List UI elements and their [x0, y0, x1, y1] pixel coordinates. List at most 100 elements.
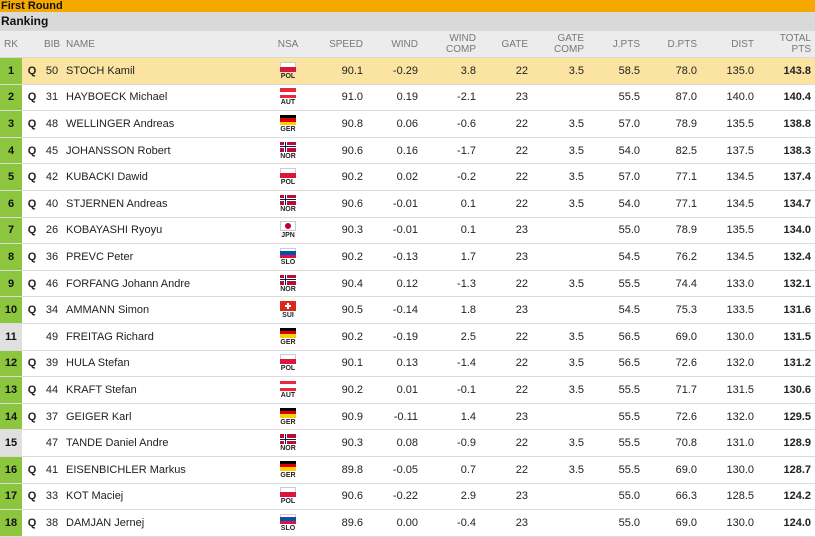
qualified-mark: Q — [22, 509, 42, 537]
wind-comp-cell: -0.4 — [422, 509, 480, 537]
athlete-name[interactable]: TANDE Daniel Andre — [62, 429, 267, 457]
pol-flag-icon — [280, 61, 296, 72]
nsa-code: NOR — [280, 285, 296, 293]
qualified-mark: Q — [22, 296, 42, 324]
col-jpts[interactable]: J.PTS — [588, 31, 644, 58]
table-row[interactable]: 13 Q 44 KRAFT Stefan AUT 90.2 0.01 -0.1 22 3.5 55.… — [0, 376, 815, 404]
total-cell: 131.5 — [758, 323, 815, 351]
gate-comp-cell: 3.5 — [532, 270, 588, 298]
athlete-name[interactable]: WELLINGER Andreas — [62, 110, 267, 138]
gate-cell: 22 — [480, 163, 532, 191]
nsa-cell: NOR — [267, 137, 309, 165]
dpts-cell: 76.2 — [644, 243, 701, 271]
gate-comp-cell: 3.5 — [532, 110, 588, 138]
qualified-mark: Q — [22, 190, 42, 218]
total-cell: 137.4 — [758, 163, 815, 191]
bib-cell: 50 — [42, 57, 62, 85]
qualified-mark: Q — [22, 483, 42, 511]
qualified-mark: Q — [22, 163, 42, 191]
table-row[interactable]: 14 Q 37 GEIGER Karl GER 90.9 -0.11 1.4 23 55.5 72.… — [0, 403, 815, 431]
table-body: 1 Q 50 STOCH Kamil POL 90.1 -0.29 3.8 22 3.5 58.5 7… — [0, 57, 815, 537]
athlete-name[interactable]: EISENBICHLER Markus — [62, 456, 267, 484]
table-row[interactable]: 7 Q 26 KOBAYASHI Ryoyu JPN 90.3 -0.01 0.1 23 55.0… — [0, 217, 815, 245]
table-row[interactable]: 17 Q 33 KOT Maciej POL 90.6 -0.22 2.9 23 55.0 66.3… — [0, 483, 815, 511]
speed-cell: 90.2 — [309, 376, 367, 404]
table-row[interactable]: 8 Q 36 PREVC Peter SLO 90.2 -0.13 1.7 23 54.5 76.2… — [0, 243, 815, 271]
ger-flag-icon — [280, 460, 296, 471]
gate-comp-cell: 3.5 — [532, 163, 588, 191]
col-nsa[interactable]: NSA — [267, 31, 309, 58]
col-wind[interactable]: WIND — [367, 31, 422, 58]
col-name[interactable]: NAME — [62, 31, 267, 58]
table-row[interactable]: 9 Q 46 FORFANG Johann Andre NOR 90.4 0.12 -1.3 2… — [0, 270, 815, 298]
wind-cell: 0.12 — [367, 270, 422, 298]
col-dpts[interactable]: D.PTS — [644, 31, 701, 58]
athlete-name[interactable]: KOBAYASHI Ryoyu — [62, 217, 267, 245]
athlete-name[interactable]: JOHANSSON Robert — [62, 137, 267, 165]
total-cell: 138.8 — [758, 110, 815, 138]
col-rk[interactable]: RK — [0, 31, 22, 58]
col-bib[interactable]: BIB — [42, 31, 62, 58]
nsa-code: SLO — [280, 524, 296, 532]
col-total[interactable]: TOTAL PTS — [758, 31, 815, 58]
nsa-cell: NOR — [267, 270, 309, 298]
qualified-mark: Q — [22, 243, 42, 271]
athlete-name[interactable]: DAMJAN Jernej — [62, 509, 267, 537]
table-row[interactable]: 5 Q 42 KUBACKI Dawid POL 90.2 0.02 -0.2 22 3.5 57.… — [0, 163, 815, 191]
col-gate[interactable]: GATE — [480, 31, 532, 58]
table-row[interactable]: 6 Q 40 STJERNEN Andreas NOR 90.6 -0.01 0.1 22 3.5… — [0, 190, 815, 218]
wind-cell: -0.01 — [367, 190, 422, 218]
wind-comp-cell: 2.5 — [422, 323, 480, 351]
col-speed[interactable]: SPEED — [309, 31, 367, 58]
table-row[interactable]: 10 Q 34 AMMANN Simon SUI 90.5 -0.14 1.8 23 54.5 75… — [0, 296, 815, 324]
gate-comp-cell: 3.5 — [532, 376, 588, 404]
table-row[interactable]: 18 Q 38 DAMJAN Jernej SLO 89.6 0.00 -0.4 23 55.0 6… — [0, 509, 815, 537]
athlete-name[interactable]: PREVC Peter — [62, 243, 267, 271]
table-row[interactable]: 2 Q 31 HAYBOECK Michael AUT 91.0 0.19 -2.1 23 55.… — [0, 84, 815, 112]
wind-comp-cell: 2.9 — [422, 483, 480, 511]
nsa-code: POL — [280, 72, 296, 80]
dist-cell: 140.0 — [701, 84, 758, 112]
speed-cell: 90.2 — [309, 163, 367, 191]
dpts-cell: 75.3 — [644, 296, 701, 324]
athlete-name[interactable]: GEIGER Karl — [62, 403, 267, 431]
table-row[interactable]: 3 Q 48 WELLINGER Andreas GER 90.8 0.06 -0.6 22 3.… — [0, 110, 815, 138]
athlete-name[interactable]: KOT Maciej — [62, 483, 267, 511]
col-dist[interactable]: DIST — [701, 31, 758, 58]
gate-cell: 22 — [480, 429, 532, 457]
athlete-name[interactable]: FORFANG Johann Andre — [62, 270, 267, 298]
dist-cell: 135.0 — [701, 57, 758, 85]
table-row[interactable]: 4 Q 45 JOHANSSON Robert NOR 90.6 0.16 -1.7 22 3.5… — [0, 137, 815, 165]
bib-cell: 39 — [42, 350, 62, 378]
jpts-cell: 55.5 — [588, 429, 644, 457]
dist-cell: 133.0 — [701, 270, 758, 298]
col-gate-comp[interactable]: GATE COMP — [532, 31, 588, 58]
nsa-code: NOR — [280, 152, 296, 160]
athlete-name[interactable]: FREITAG Richard — [62, 323, 267, 351]
jpts-cell: 55.5 — [588, 270, 644, 298]
bib-cell: 49 — [42, 323, 62, 351]
athlete-name[interactable]: STOCH Kamil — [62, 57, 267, 85]
table-row[interactable]: 16 Q 41 EISENBICHLER Markus GER 89.8 -0.05 0.7 2… — [0, 456, 815, 484]
bib-cell: 31 — [42, 84, 62, 112]
bib-cell: 41 — [42, 456, 62, 484]
athlete-name[interactable]: HULA Stefan — [62, 350, 267, 378]
bib-cell: 46 — [42, 270, 62, 298]
table-row[interactable]: 12 Q 39 HULA Stefan POL 90.1 0.13 -1.4 22 3.5 56.5… — [0, 350, 815, 378]
table-row[interactable]: 15 47 TANDE Daniel Andre NOR 90.3 0.08 -0.9 22 3… — [0, 429, 815, 457]
athlete-name[interactable]: KUBACKI Dawid — [62, 163, 267, 191]
nsa-code: POL — [280, 498, 296, 506]
athlete-name[interactable]: HAYBOECK Michael — [62, 84, 267, 112]
athlete-name[interactable]: AMMANN Simon — [62, 296, 267, 324]
table-row[interactable]: 11 49 FREITAG Richard GER 90.2 -0.19 2.5 22 3.5 5… — [0, 323, 815, 351]
athlete-name[interactable]: KRAFT Stefan — [62, 376, 267, 404]
bib-cell: 47 — [42, 429, 62, 457]
wind-cell: -0.14 — [367, 296, 422, 324]
col-wind-comp[interactable]: WIND COMP — [422, 31, 480, 58]
gate-comp-cell — [532, 509, 588, 537]
nsa-cell: GER — [267, 323, 309, 351]
speed-cell: 90.3 — [309, 429, 367, 457]
total-cell: 138.3 — [758, 137, 815, 165]
athlete-name[interactable]: STJERNEN Andreas — [62, 190, 267, 218]
table-row[interactable]: 1 Q 50 STOCH Kamil POL 90.1 -0.29 3.8 22 3.5 58.5 7… — [0, 57, 815, 85]
